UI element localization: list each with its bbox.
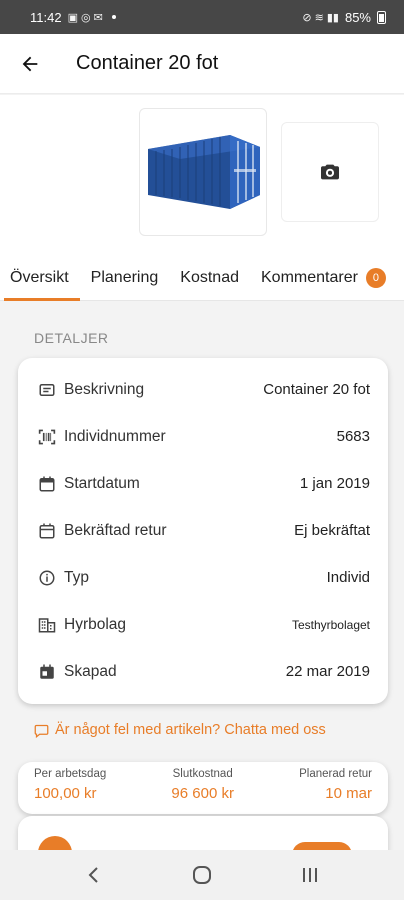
back-button[interactable] xyxy=(0,34,60,94)
calendar-icon xyxy=(36,473,58,495)
action-button[interactable] xyxy=(292,842,352,850)
tab-planering[interactable]: Planering xyxy=(80,255,170,300)
container-image xyxy=(148,135,260,209)
nav-back-button[interactable] xyxy=(64,850,124,900)
detail-value: Container 20 fot xyxy=(263,381,370,398)
system-nav-bar xyxy=(0,850,404,900)
summary-label: Per arbetsdag xyxy=(34,768,107,780)
battery-icon xyxy=(377,10,386,24)
summary-total: Slutkostnad 96 600 kr xyxy=(171,768,234,814)
app-bar: Container 20 fot xyxy=(0,34,404,94)
detail-row-typ: Typ Individ xyxy=(18,554,388,601)
arrow-left-icon xyxy=(22,56,38,71)
summary-label: Planerad retur xyxy=(299,768,372,780)
detail-value: 22 mar 2019 xyxy=(285,663,370,680)
summary-label: Slutkostnad xyxy=(172,768,233,780)
tab-label: Översikt xyxy=(10,268,69,286)
tab-kommentarer[interactable]: Kommentarer 0 xyxy=(250,255,397,300)
tab-label: Kostnad xyxy=(180,268,239,286)
barcode-scan-icon xyxy=(36,426,58,448)
detail-value: Testhyrbolaget xyxy=(291,617,370,632)
detail-label: Bekräftad retur xyxy=(64,521,167,539)
notification-dot-icon xyxy=(111,15,116,19)
nav-recents-button[interactable] xyxy=(280,850,340,900)
signal-icons: ⊘ ≋ ▮▮ xyxy=(302,11,339,24)
info-icon xyxy=(36,567,58,589)
detail-row-bekraftad-retur: Bekräftad retur Ej bekräftat xyxy=(18,507,388,554)
overview-content: DETALJER Beskrivning Container 20 fot In… xyxy=(0,302,404,850)
building-icon xyxy=(36,614,58,636)
summary-per-day: Per arbetsdag 100,00 kr xyxy=(34,768,106,814)
tab-label: Planering xyxy=(90,268,159,286)
chat-link-text: Är något fel med artikeln? Chatta med os… xyxy=(55,722,326,738)
chat-link[interactable]: Är något fel med artikeln? Chatta med os… xyxy=(34,722,326,738)
notification-icons: ▣ ◎ ✉ xyxy=(67,11,103,24)
chat-bubble-icon xyxy=(34,724,49,738)
item-photo[interactable] xyxy=(139,108,267,236)
description-icon xyxy=(36,379,58,401)
detail-label: Beskrivning xyxy=(64,380,145,398)
detail-row-startdatum: Startdatum 1 jan 2019 xyxy=(18,460,388,507)
detail-label: Individnummer xyxy=(64,427,166,445)
partial-card[interactable] xyxy=(18,816,388,850)
detail-row-beskrivning: Beskrivning Container 20 fot xyxy=(18,366,388,413)
add-photo-button[interactable] xyxy=(281,122,379,222)
calendar-filled-icon xyxy=(36,661,58,683)
detail-row-hyrbolag: Hyrbolag Testhyrbolaget xyxy=(18,601,388,648)
nav-home-button[interactable] xyxy=(172,850,232,900)
tab-oversikt[interactable]: Översikt xyxy=(0,255,80,301)
status-bar: 11:42 ▣ ◎ ✉ ⊘ ≋ ▮▮ 85% xyxy=(0,0,404,34)
summary-value: 100,00 kr xyxy=(34,785,97,802)
status-time: 11:42 xyxy=(30,9,62,25)
detail-label: Skapad xyxy=(64,662,117,680)
summary-return: Planerad retur 10 mar xyxy=(299,768,372,814)
camera-icon xyxy=(321,164,339,180)
section-title: DETALJER xyxy=(34,330,109,346)
tab-bar: Översikt Planering Kostnad Kommentarer 0 xyxy=(0,255,404,301)
home-circle-icon xyxy=(193,866,211,884)
detail-value: 5683 xyxy=(336,428,370,445)
recents-icon xyxy=(303,868,317,882)
detail-label: Startdatum xyxy=(64,474,140,492)
detail-label: Typ xyxy=(64,568,89,586)
tab-label: Kommentarer xyxy=(261,268,358,286)
summary-value: 96 600 kr xyxy=(171,785,234,802)
chevron-left-icon xyxy=(88,867,98,883)
image-gallery xyxy=(0,95,404,255)
summary-value: 10 mar xyxy=(325,785,372,802)
avatar xyxy=(38,836,72,850)
details-card: Beskrivning Container 20 fot Individnumm… xyxy=(18,358,388,704)
detail-value: Ej bekräftat xyxy=(294,522,370,539)
page-title: Container 20 fot xyxy=(76,52,219,74)
tab-kostnad[interactable]: Kostnad xyxy=(169,255,250,300)
detail-label: Hyrbolag xyxy=(64,615,127,633)
detail-row-individnummer: Individnummer 5683 xyxy=(18,413,388,460)
comment-count-badge: 0 xyxy=(365,267,386,288)
detail-value: Individ xyxy=(326,569,370,586)
detail-value: 1 jan 2019 xyxy=(299,475,370,492)
battery-percent: 85% xyxy=(344,9,371,25)
calendar-outline-icon xyxy=(36,520,58,542)
detail-row-skapad: Skapad 22 mar 2019 xyxy=(18,648,388,695)
cost-summary-card: Per arbetsdag 100,00 kr Slutkostnad 96 6… xyxy=(18,762,388,814)
